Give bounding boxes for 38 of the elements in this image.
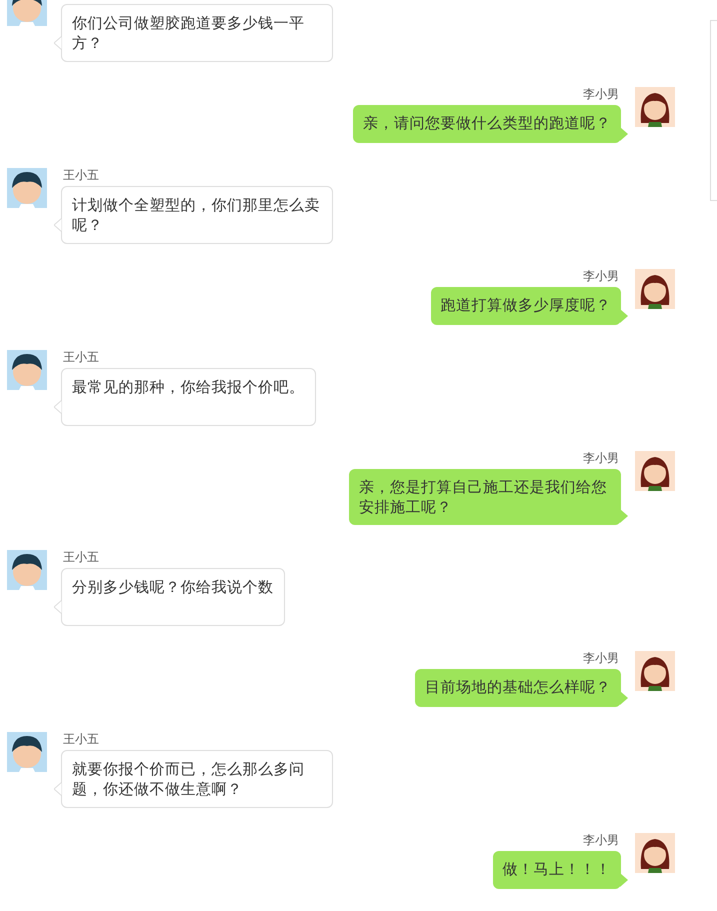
avatar-icon [635, 269, 675, 309]
message-bubble: 目前场地的基础怎么样呢？ [415, 669, 621, 707]
message-bubble: 最常见的那种，你给我报个价吧。 [61, 368, 316, 426]
message-bubble: 计划做个全塑型的，你们那里怎么卖呢？ [61, 186, 333, 244]
bubble-tail [620, 509, 628, 523]
message-bubble: 分别多少钱呢？你给我说个数 [61, 568, 284, 626]
message-bubble: 亲，您是打算自己施工还是我们给您安排施工呢？ [349, 469, 621, 525]
message-bubble: 你们公司做塑胶跑道要多少钱一平方？ [61, 4, 333, 62]
bubble-tail [54, 782, 62, 796]
message-bubble: 亲，请问您要做什么类型的跑道呢？ [353, 105, 621, 143]
avatar-icon [635, 833, 675, 873]
bubble-tail [620, 309, 628, 323]
avatar-icon [7, 350, 47, 390]
avatar-icon [635, 451, 675, 491]
bubble-tail [54, 36, 62, 50]
bubble-tail [54, 218, 62, 232]
avatar-icon [7, 550, 47, 590]
sender-name: 王小五 [63, 349, 99, 365]
sender-name: 王小五 [63, 731, 99, 747]
avatar-icon [7, 732, 47, 772]
sender-name: 李小男 [583, 650, 619, 666]
message-bubble: 跑道打算做多少厚度呢？ [430, 287, 621, 325]
message-bubble: 做！马上！！！ [492, 851, 621, 889]
sender-name: 李小男 [583, 450, 619, 466]
bubble-tail [620, 873, 628, 887]
sender-name: 李小男 [583, 832, 619, 848]
bubble-tail [620, 127, 628, 141]
sender-name: 王小五 [63, 167, 99, 183]
bubble-tail [54, 600, 62, 614]
message-bubble: 就要你报个价而已，怎么那么多问题，你还做不做生意啊？ [61, 750, 333, 808]
avatar-icon [7, 168, 47, 208]
sender-name: 李小男 [583, 268, 619, 284]
sender-name: 王小五 [63, 549, 99, 565]
sender-name: 李小男 [583, 86, 619, 102]
avatar-icon [635, 87, 675, 127]
bubble-tail [54, 400, 62, 414]
bubble-tail [620, 691, 628, 705]
avatar-icon [635, 651, 675, 691]
